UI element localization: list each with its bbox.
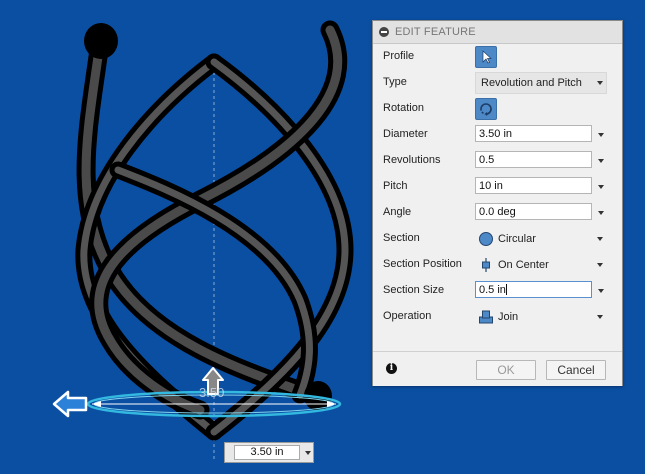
section-size-dropdown-icon[interactable] bbox=[598, 289, 604, 293]
row-operation: Operation Join bbox=[373, 305, 622, 329]
type-dropdown[interactable]: Revolution and Pitch bbox=[475, 72, 607, 94]
section-value: Circular bbox=[498, 233, 536, 245]
row-section-size: Section Size 0.5 in bbox=[373, 279, 622, 303]
section-size-text: 0.5 in bbox=[479, 284, 506, 296]
revolutions-label: Revolutions bbox=[383, 154, 441, 166]
angle-label: Angle bbox=[383, 206, 412, 218]
section-dropdown[interactable]: Circular bbox=[475, 228, 607, 250]
profile-label: Profile bbox=[383, 50, 415, 62]
edit-feature-panel: EDIT FEATURE Profile Type Revolution and… bbox=[372, 20, 623, 386]
cancel-button[interactable]: Cancel bbox=[546, 360, 606, 380]
row-pitch: Pitch 10 in bbox=[373, 175, 622, 199]
section-size-value: 0.5 in bbox=[479, 284, 507, 296]
section-label: Section bbox=[383, 232, 420, 244]
collapse-icon[interactable] bbox=[379, 27, 389, 37]
section-size-input[interactable]: 0.5 in bbox=[475, 281, 592, 298]
pitch-input[interactable]: 10 in bbox=[475, 177, 592, 194]
row-angle: Angle 0.0 deg bbox=[373, 201, 622, 225]
circle-section-icon bbox=[479, 232, 493, 246]
chevron-down-icon bbox=[597, 237, 603, 241]
diameter-label-text: Diameter bbox=[383, 128, 428, 140]
section-position-value: On Center bbox=[498, 259, 549, 271]
revolutions-input[interactable]: 0.5 bbox=[475, 151, 592, 168]
revolutions-value: 0.5 bbox=[479, 154, 495, 166]
type-value: Revolution and Pitch bbox=[481, 77, 582, 89]
text-caret bbox=[505, 284, 507, 295]
angle-input[interactable]: 0.0 deg bbox=[475, 203, 592, 220]
row-section-position: Section Position On Center bbox=[373, 253, 622, 277]
join-icon bbox=[479, 310, 493, 324]
row-profile: Profile bbox=[373, 45, 622, 69]
pitch-dropdown-icon[interactable] bbox=[598, 185, 604, 189]
cursor-icon bbox=[482, 50, 492, 64]
ok-button[interactable]: OK bbox=[476, 360, 536, 380]
operation-label: Operation bbox=[383, 310, 432, 322]
section-size-label: Section Size bbox=[383, 284, 445, 296]
diameter-label: 3.50 bbox=[199, 385, 225, 400]
chevron-down-icon bbox=[597, 81, 603, 85]
chevron-down-icon bbox=[597, 263, 603, 267]
operation-value: Join bbox=[498, 311, 519, 323]
row-rotation: Rotation bbox=[373, 97, 622, 121]
rotation-label: Rotation bbox=[383, 102, 424, 114]
row-revolutions: Revolutions 0.5 bbox=[373, 149, 622, 173]
panel-footer: i OK Cancel bbox=[373, 351, 622, 386]
operation-dropdown[interactable]: Join bbox=[475, 306, 607, 328]
center-position-icon bbox=[482, 258, 490, 272]
dimension-input-box[interactable]: 3.50 in bbox=[224, 442, 314, 463]
tube-end-cap bbox=[84, 23, 118, 59]
pitch-label: Pitch bbox=[383, 180, 408, 192]
profile-select-button[interactable] bbox=[475, 46, 497, 68]
chevron-down-icon bbox=[597, 315, 603, 319]
pitch-value: 10 in bbox=[479, 180, 503, 192]
revolutions-dropdown-icon[interactable] bbox=[598, 159, 604, 163]
diameter-input[interactable]: 3.50 in bbox=[475, 125, 592, 142]
section-position-label: Section Position bbox=[383, 258, 462, 270]
panel-title: EDIT FEATURE bbox=[395, 26, 476, 38]
angle-dropdown-icon[interactable] bbox=[598, 211, 604, 215]
dimension-input[interactable]: 3.50 in bbox=[234, 445, 300, 460]
info-icon[interactable]: i bbox=[386, 363, 397, 374]
dimension-dropdown-icon[interactable] bbox=[305, 451, 311, 455]
drag-arrow-left-icon[interactable] bbox=[52, 390, 88, 418]
type-label: Type bbox=[383, 76, 407, 88]
row-diameter: Diameter 3.50 in bbox=[373, 123, 622, 147]
row-section: Section Circular bbox=[373, 227, 622, 251]
rotation-icon bbox=[480, 103, 492, 116]
section-position-dropdown[interactable]: On Center bbox=[475, 254, 607, 276]
rotation-toggle-button[interactable] bbox=[475, 98, 497, 120]
row-type: Type Revolution and Pitch bbox=[373, 71, 622, 95]
diameter-value: 3.50 in bbox=[479, 128, 513, 140]
panel-header[interactable]: EDIT FEATURE bbox=[373, 21, 622, 44]
angle-value: 0.0 deg bbox=[479, 206, 516, 218]
diameter-dropdown-icon[interactable] bbox=[598, 133, 604, 137]
